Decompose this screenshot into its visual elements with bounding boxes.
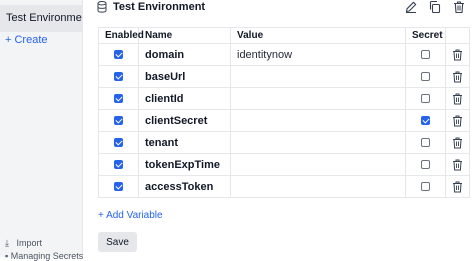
- enabled-cell: [98, 175, 139, 198]
- delete-row-button[interactable]: [445, 175, 470, 198]
- create-environment-link[interactable]: + Create: [5, 34, 48, 46]
- table-row: baseUrl: [98, 65, 470, 88]
- variable-name[interactable]: baseUrl: [138, 65, 231, 88]
- variable-value[interactable]: [230, 87, 406, 110]
- secret-cell: [405, 65, 446, 88]
- secret-cell: [405, 109, 446, 132]
- secret-checkbox[interactable]: [421, 50, 430, 60]
- column-header-enabled: Enabled: [98, 27, 144, 44]
- sidebar-item-test-environment[interactable]: Test Environment: [0, 5, 82, 32]
- managing-secrets-label: Managing Secrets: [10, 251, 84, 261]
- environment-header: Test Environment: [97, 0, 205, 14]
- column-header-secret: Secret: [405, 27, 446, 44]
- variable-name[interactable]: domain: [138, 43, 231, 66]
- delete-row-button[interactable]: [445, 153, 470, 176]
- enabled-checkbox[interactable]: [114, 138, 123, 148]
- trash-icon: [453, 159, 462, 171]
- secret-cell: [405, 87, 446, 110]
- enabled-cell: [98, 131, 139, 154]
- import-label: Import: [16, 238, 43, 248]
- column-header-actions: [445, 27, 470, 44]
- trash-icon: [453, 93, 462, 105]
- save-button[interactable]: Save: [98, 232, 137, 252]
- variable-name[interactable]: tenant: [138, 131, 231, 154]
- database-icon: [97, 1, 107, 13]
- managing-secrets-link[interactable]: ▪ Managing Secrets: [5, 251, 83, 261]
- variable-value[interactable]: [230, 175, 406, 198]
- enabled-checkbox[interactable]: [114, 94, 123, 104]
- add-variable-link[interactable]: + Add Variable: [98, 210, 163, 221]
- variable-value[interactable]: [230, 131, 406, 154]
- enabled-cell: [98, 153, 139, 176]
- variable-name[interactable]: tokenExpTime: [138, 153, 231, 176]
- edit-icon[interactable]: [404, 0, 418, 14]
- sidebar: Test Environment + Create ⤓ Import ▪ Man…: [0, 0, 83, 261]
- secret-checkbox[interactable]: [421, 138, 430, 148]
- enabled-checkbox[interactable]: [114, 50, 123, 60]
- trash-icon: [453, 71, 462, 83]
- delete-row-button[interactable]: [445, 109, 470, 132]
- header-actions: [404, 0, 466, 14]
- variable-name[interactable]: accessToken: [138, 175, 231, 198]
- delete-icon[interactable]: [452, 0, 466, 14]
- enabled-checkbox[interactable]: [114, 116, 123, 126]
- column-header-name: Name: [138, 27, 231, 44]
- enabled-cell: [98, 65, 139, 88]
- enabled-cell: [98, 109, 139, 132]
- secret-cell: [405, 175, 446, 198]
- trash-icon: [453, 137, 462, 149]
- table-row: domain identitynow: [98, 43, 470, 66]
- secret-checkbox[interactable]: [421, 116, 430, 126]
- table-row: accessToken: [98, 175, 470, 198]
- enabled-cell: [98, 43, 139, 66]
- table-header-row: Enabled Name Value Secret: [98, 27, 470, 44]
- secret-checkbox[interactable]: [421, 160, 430, 170]
- lock-icon: ▪: [5, 251, 9, 261]
- delete-row-button[interactable]: [445, 87, 470, 110]
- secret-cell: [405, 153, 446, 176]
- trash-icon: [453, 181, 462, 193]
- copy-icon[interactable]: [428, 0, 442, 14]
- delete-row-button[interactable]: [445, 43, 470, 66]
- delete-row-button[interactable]: [445, 65, 470, 88]
- enabled-cell: [98, 87, 139, 110]
- trash-icon: [453, 115, 462, 127]
- secret-checkbox[interactable]: [421, 94, 430, 104]
- variable-value[interactable]: [230, 153, 406, 176]
- secret-checkbox[interactable]: [421, 182, 430, 192]
- delete-row-button[interactable]: [445, 131, 470, 154]
- enabled-checkbox[interactable]: [114, 182, 123, 192]
- variable-value[interactable]: [230, 109, 406, 132]
- variable-name[interactable]: clientId: [138, 87, 231, 110]
- variable-value[interactable]: [230, 65, 406, 88]
- table-row: tokenExpTime: [98, 153, 470, 176]
- trash-icon: [453, 49, 462, 61]
- main-panel: Test Environment Enabled Name Value Secr…: [83, 0, 474, 257]
- table-row: clientId: [98, 87, 470, 110]
- secret-cell: [405, 131, 446, 154]
- enabled-checkbox[interactable]: [114, 160, 123, 170]
- variable-name[interactable]: clientSecret: [138, 109, 231, 132]
- secret-cell: [405, 43, 446, 66]
- enabled-checkbox[interactable]: [114, 72, 123, 82]
- variable-value[interactable]: identitynow: [230, 43, 406, 66]
- download-icon: ⤓: [5, 238, 9, 248]
- page-title: Test Environment: [113, 1, 206, 13]
- table-row: clientSecret: [98, 109, 470, 132]
- column-header-value: Value: [230, 27, 406, 44]
- variables-table: Enabled Name Value Secret domain identity…: [98, 27, 470, 198]
- secret-checkbox[interactable]: [421, 72, 430, 82]
- import-link[interactable]: ⤓ Import: [5, 238, 42, 249]
- table-row: tenant: [98, 131, 470, 154]
